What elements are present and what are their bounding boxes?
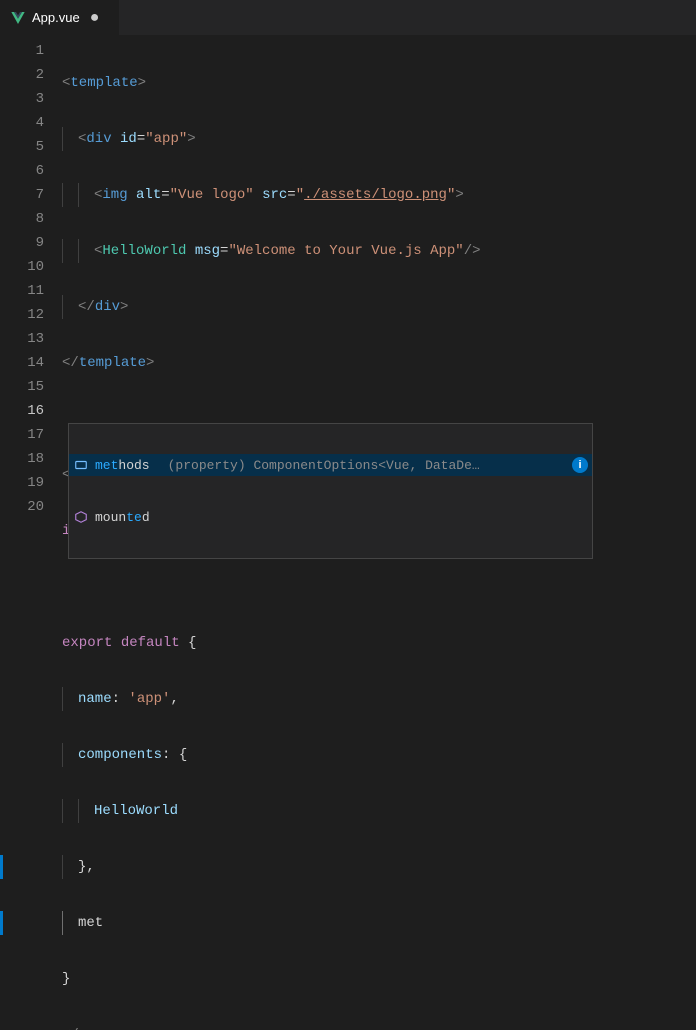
code-line: <template> xyxy=(62,71,696,95)
autocomplete-item[interactable]: mounted xyxy=(69,506,592,528)
method-icon xyxy=(73,509,89,525)
code-line: </scr xyxy=(62,1023,696,1030)
code-line xyxy=(62,575,696,599)
code-line: <div id="app"> xyxy=(62,127,696,151)
code-line: </div> xyxy=(62,295,696,319)
code-line: export default { xyxy=(62,631,696,655)
autocomplete-label: mounted xyxy=(95,510,150,525)
vue-file-icon xyxy=(10,10,26,26)
line-number-gutter: 1 2 3 4 5 6 7 8 9 10 11 12 13 14 15 16 1… xyxy=(0,35,62,515)
code-area[interactable]: <template> <div id="app"> <img alt="Vue … xyxy=(62,35,696,515)
code-line: }, xyxy=(62,855,696,879)
autocomplete-label: methods xyxy=(95,458,150,473)
current-line-marker xyxy=(0,855,3,879)
tab-app-vue[interactable]: App.vue ● xyxy=(0,0,120,35)
editor[interactable]: 1 2 3 4 5 6 7 8 9 10 11 12 13 14 15 16 1… xyxy=(0,35,696,515)
code-line: components: { xyxy=(62,743,696,767)
autocomplete-popup[interactable]: methods (property) ComponentOptions<Vue,… xyxy=(68,423,593,559)
property-icon xyxy=(73,457,89,473)
info-icon[interactable]: i xyxy=(572,457,588,473)
autocomplete-detail: (property) ComponentOptions<Vue, DataDe… xyxy=(168,458,560,473)
current-line-marker xyxy=(0,911,3,935)
code-line: HelloWorld xyxy=(62,799,696,823)
tab-dirty-indicator: ● xyxy=(90,9,100,27)
tab-filename: App.vue xyxy=(32,10,80,25)
tab-bar: App.vue ● xyxy=(0,0,696,35)
code-line: <HelloWorld msg="Welcome to Your Vue.js … xyxy=(62,239,696,263)
code-line: } xyxy=(62,967,696,991)
autocomplete-item[interactable]: methods (property) ComponentOptions<Vue,… xyxy=(69,454,592,476)
code-line: name: 'app', xyxy=(62,687,696,711)
code-line: </template> xyxy=(62,351,696,375)
code-line: <img alt="Vue logo" src="./assets/logo.p… xyxy=(62,183,696,207)
code-line: met xyxy=(62,911,696,935)
